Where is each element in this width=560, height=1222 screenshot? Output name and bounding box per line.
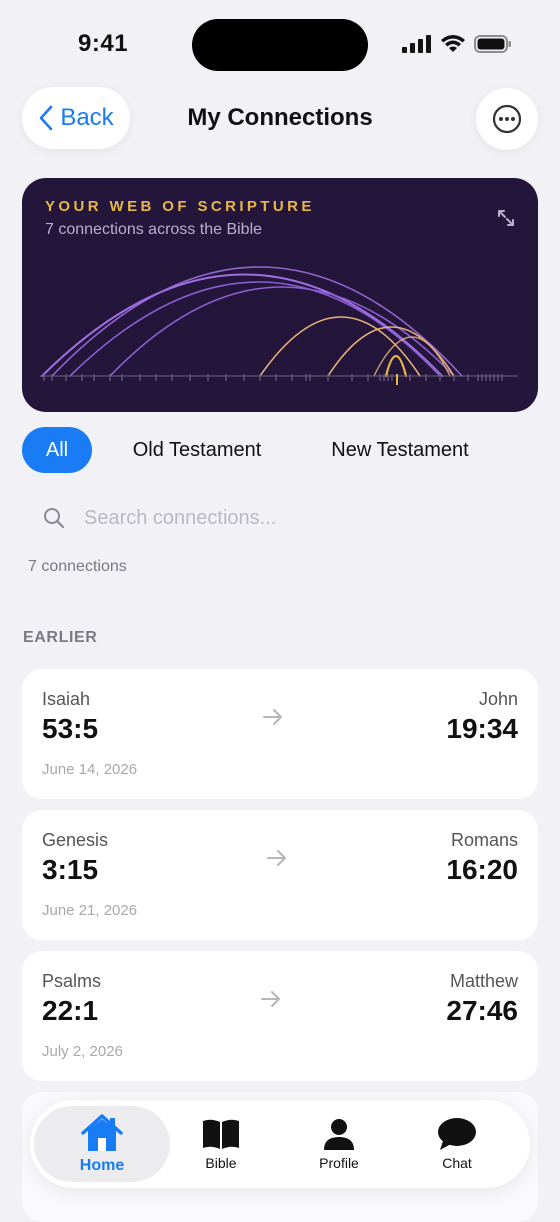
arrow-right-icon bbox=[263, 709, 282, 725]
to-book: John bbox=[478, 689, 518, 709]
status-icons bbox=[402, 34, 512, 54]
filter-new-testament[interactable]: New Testament bbox=[306, 427, 494, 473]
status-time: 9:41 bbox=[78, 30, 129, 57]
connection-arcs bbox=[40, 266, 518, 385]
tab-home-label: Home bbox=[79, 1157, 125, 1174]
from-verse: 53:5 bbox=[42, 713, 99, 744]
to-book: Romans bbox=[450, 830, 518, 850]
connection-card[interactable]: Psalms 22:1 Matthew 27:46 July 2, 2026 bbox=[22, 951, 538, 1081]
filter-all[interactable]: All bbox=[22, 427, 92, 473]
tab-bar: Home Bible Profile Chat bbox=[30, 1100, 530, 1188]
to-verse: 27:46 bbox=[446, 995, 518, 1026]
book-icon bbox=[203, 1119, 239, 1149]
search-input[interactable] bbox=[82, 505, 506, 531]
connection-card[interactable]: Genesis 3:15 Romans 16:20 June 21, 2026 bbox=[22, 810, 538, 940]
to-book: Matthew bbox=[449, 971, 518, 991]
to-verse: 19:34 bbox=[446, 713, 518, 744]
signal-icon bbox=[402, 35, 431, 53]
from-book: Psalms bbox=[42, 971, 102, 991]
arrow-right-icon bbox=[261, 991, 280, 1007]
dynamic-island bbox=[192, 19, 368, 71]
ellipsis-circle-icon bbox=[492, 104, 522, 134]
connection-date: June 14, 2026 bbox=[42, 761, 138, 778]
from-book: Isaiah bbox=[42, 689, 91, 709]
section-header-earlier: EARLIER bbox=[23, 629, 98, 646]
tab-profile[interactable]: Profile bbox=[280, 1100, 398, 1188]
connection-date: June 21, 2026 bbox=[42, 902, 138, 919]
tab-home[interactable]: Home bbox=[34, 1100, 170, 1188]
tab-bible[interactable]: Bible bbox=[162, 1100, 280, 1188]
more-button[interactable] bbox=[476, 88, 538, 150]
chat-bubble-icon bbox=[438, 1118, 476, 1150]
connection-card[interactable]: Isaiah 53:5 John 19:34 June 14, 2026 bbox=[22, 669, 538, 799]
person-icon bbox=[324, 1119, 354, 1150]
search-icon bbox=[44, 508, 65, 529]
home-icon bbox=[81, 1114, 123, 1151]
arrow-right-icon bbox=[267, 850, 286, 866]
to-verse: 16:20 bbox=[446, 854, 518, 885]
from-verse: 22:1 bbox=[42, 995, 99, 1026]
scripture-web-card[interactable]: YOUR WEB OF SCRIPTURE 7 connections acro… bbox=[22, 178, 538, 412]
tab-bible-label: Bible bbox=[205, 1155, 237, 1171]
filter-old-testament[interactable]: Old Testament bbox=[110, 427, 284, 473]
tab-profile-label: Profile bbox=[319, 1155, 359, 1171]
connection-date: July 2, 2026 bbox=[42, 1043, 123, 1060]
search-bar[interactable] bbox=[22, 494, 538, 542]
connection-count: 7 connections bbox=[28, 558, 127, 575]
tab-chat[interactable]: Chat bbox=[398, 1100, 516, 1188]
from-verse: 3:15 bbox=[42, 854, 99, 885]
battery-icon bbox=[474, 35, 511, 53]
from-book: Genesis bbox=[42, 830, 109, 850]
wifi-icon bbox=[441, 35, 465, 52]
tab-chat-label: Chat bbox=[442, 1155, 472, 1171]
